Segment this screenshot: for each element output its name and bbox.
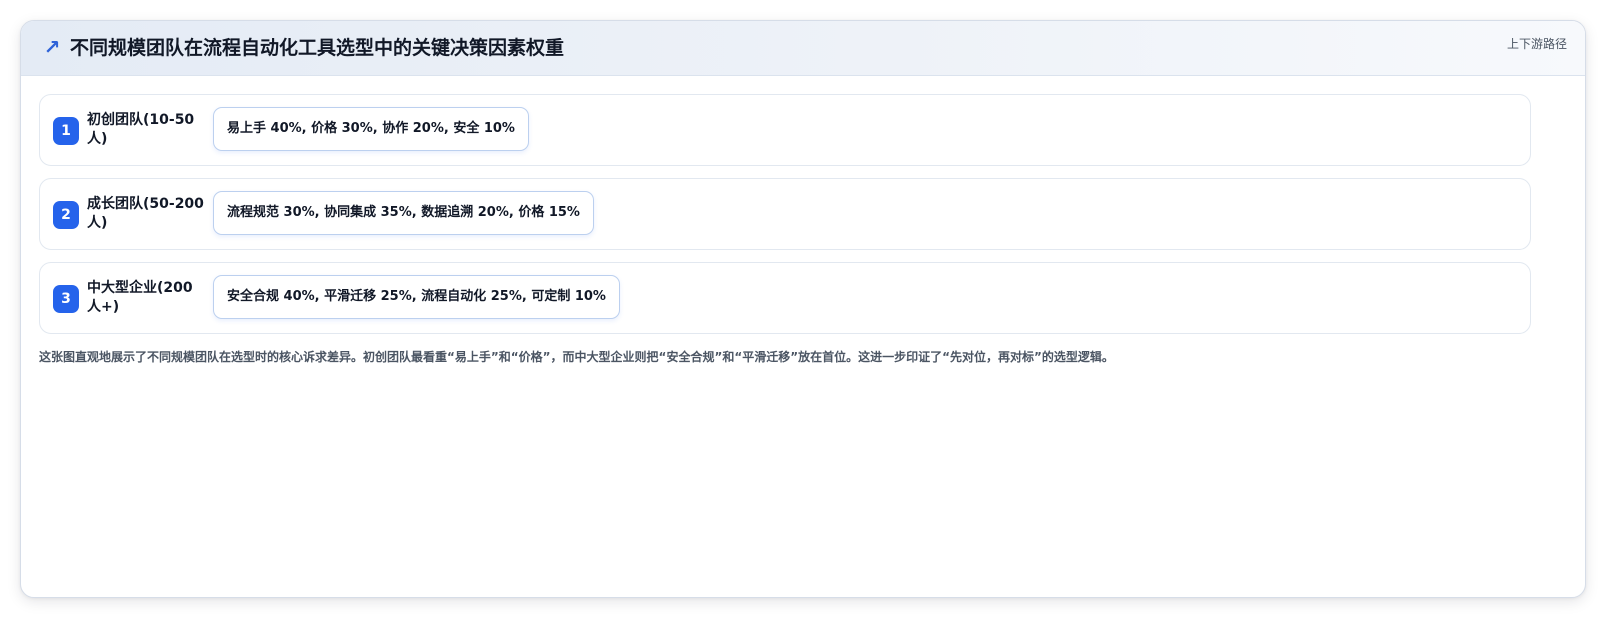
team-size-list: 1 初创团队(10-50人) 易上手 40%, 价格 30%, 协作 20%, … [39, 94, 1531, 346]
page: ↗ 不同规模团队在流程自动化工具选型中的关键决策因素权重 上下游路径 1 初创团… [0, 0, 1606, 620]
trend-arrow-icon: ↗ [43, 35, 61, 59]
team-size-label: 成长团队(50-200人) [87, 196, 204, 231]
decision-factors-pill: 安全合规 40%, 平滑迁移 25%, 流程自动化 25%, 可定制 10% [213, 275, 620, 319]
team-size-label: 中大型企业(200人+) [87, 280, 193, 315]
team-row-growth: 2 成长团队(50-200人) 流程规范 30%, 协同集成 35%, 数据追溯… [39, 178, 1531, 250]
upstream-downstream-link[interactable]: 上下游路径 [1507, 35, 1567, 53]
row-number-badge: 3 [53, 285, 79, 313]
card-title: 不同规模团队在流程自动化工具选型中的关键决策因素权重 [70, 37, 565, 59]
row-number-badge: 1 [53, 117, 79, 145]
row-number-badge: 2 [53, 201, 79, 229]
figure-caption: 这张图直观地展示了不同规模团队在选型时的核心诉求差异。初创团队最看重“易上手”和… [39, 350, 1114, 364]
decision-factors-pill: 易上手 40%, 价格 30%, 协作 20%, 安全 10% [213, 107, 529, 151]
team-size-label: 初创团队(10-50人) [87, 112, 195, 147]
decision-factors-pill: 流程规范 30%, 协同集成 35%, 数据追溯 20%, 价格 15% [213, 191, 594, 235]
card-header: ↗ 不同规模团队在流程自动化工具选型中的关键决策因素权重 上下游路径 [21, 21, 1585, 76]
team-row-startup: 1 初创团队(10-50人) 易上手 40%, 价格 30%, 协作 20%, … [39, 94, 1531, 166]
team-row-enterprise: 3 中大型企业(200人+) 安全合规 40%, 平滑迁移 25%, 流程自动化… [39, 262, 1531, 334]
factor-weights-card: ↗ 不同规模团队在流程自动化工具选型中的关键决策因素权重 上下游路径 1 初创团… [20, 20, 1586, 598]
